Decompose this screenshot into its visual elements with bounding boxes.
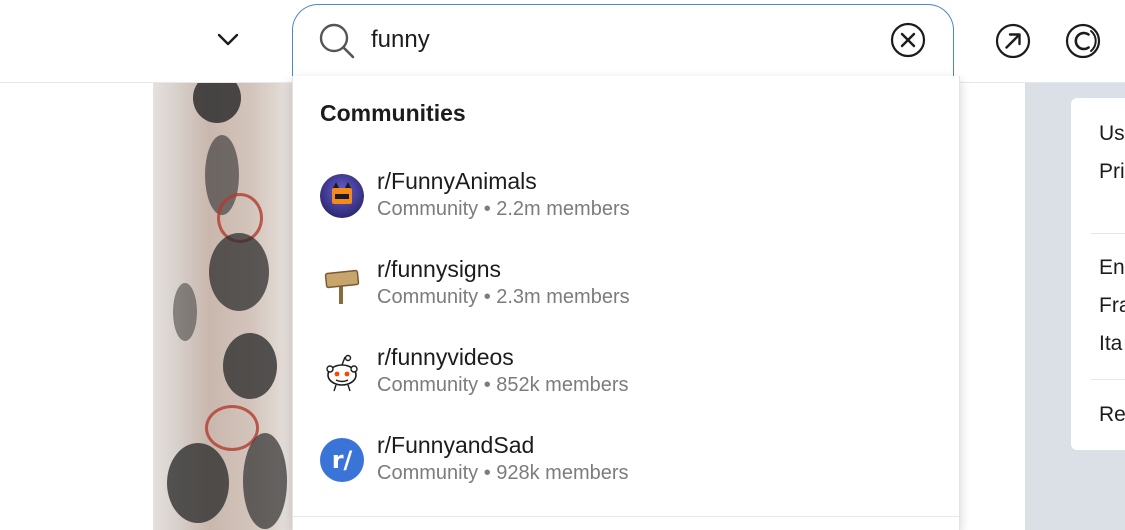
search-suggestions-dropdown: Communities r/FunnyAnimals Community • 2… [292,76,960,530]
community-name: r/funnysigns [377,256,502,282]
community-meta: Community • 2.2m members [377,198,630,220]
community-meta: Community • 928k members [377,462,629,484]
community-meta: Community • 2.3m members [377,286,630,308]
reddit-snoo-icon [320,350,364,394]
r-slash-icon: r/ [320,438,364,482]
clear-search-icon[interactable] [889,21,927,59]
community-name: r/FunnyandSad [377,432,535,458]
sidebar-card-line[interactable]: Ita [1099,332,1122,356]
community-result-funnyvideos[interactable]: r/funnyvideos Community • 852k members [293,330,959,416]
sidebar-card-line[interactable]: Pri [1099,160,1125,184]
communities-heading: Communities [320,100,466,126]
sidebar-card-line[interactable]: Us [1099,122,1125,146]
community-result-funnyandsad[interactable]: r/ r/FunnyandSad Community • 928k member… [293,418,959,504]
funnyanimals-avatar [320,174,364,218]
r-slash-text: r/ [331,446,353,474]
chevron-down-icon[interactable] [214,26,242,54]
sidebar-card-line[interactable]: En [1099,256,1125,280]
popular-arrow-icon[interactable] [994,22,1032,60]
search-bar[interactable]: funny [292,4,954,82]
sidebar-card-line[interactable]: Fra [1099,294,1125,318]
community-meta: Community • 852k members [377,374,629,396]
community-name: r/FunnyAnimals [377,168,537,194]
community-result-funnysigns[interactable]: r/funnysigns Community • 2.3m members [293,242,959,328]
community-name: r/funnyvideos [377,344,514,370]
coins-icon[interactable] [1064,22,1102,60]
search-input[interactable]: funny [371,25,430,55]
top-bar: funny [0,0,1125,83]
community-result-funnyanimals[interactable]: r/FunnyAnimals Community • 2.2m members [293,154,959,240]
signpost-icon [320,262,364,306]
divider [1091,379,1125,380]
sidebar-card: Us Pri En Fra Ita Rec [1071,98,1125,450]
divider [293,516,959,517]
search-icon [317,21,357,61]
sidebar-card-line[interactable]: Rec [1099,403,1125,427]
divider [1091,233,1125,234]
post-image[interactable] [153,83,293,530]
